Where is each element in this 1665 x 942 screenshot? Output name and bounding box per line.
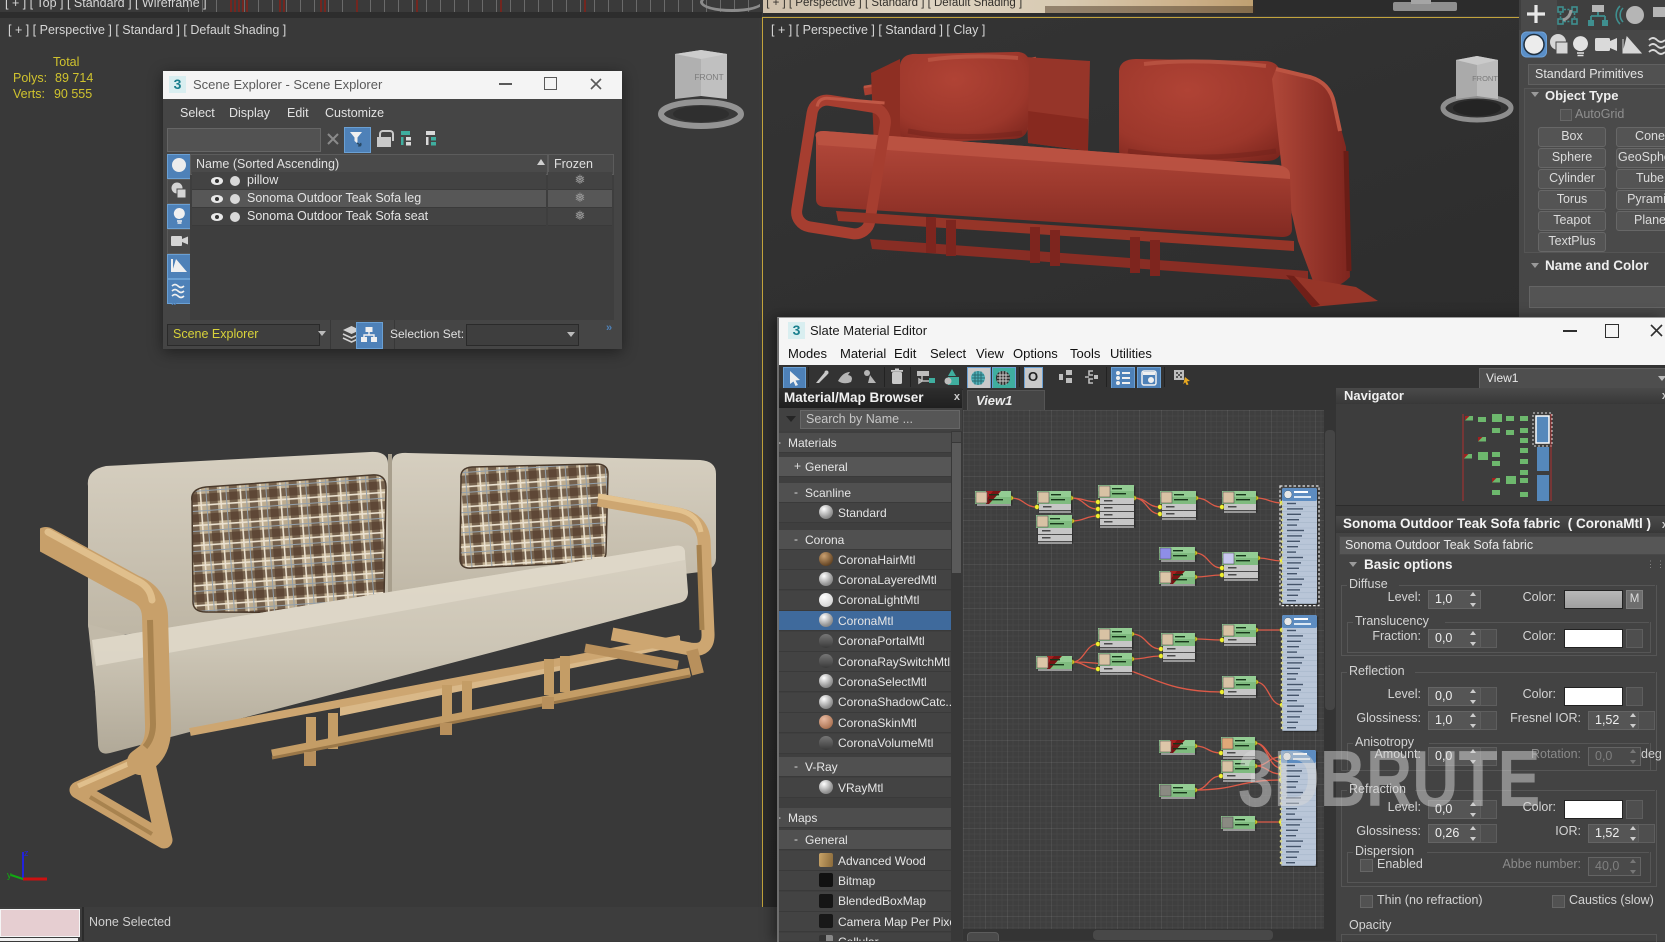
svg-text:z: z [24, 848, 29, 858]
svg-text:y: y [7, 870, 12, 880]
svg-text:FRONT: FRONT [694, 72, 723, 82]
svg-text:FRONT: FRONT [1472, 74, 1498, 83]
